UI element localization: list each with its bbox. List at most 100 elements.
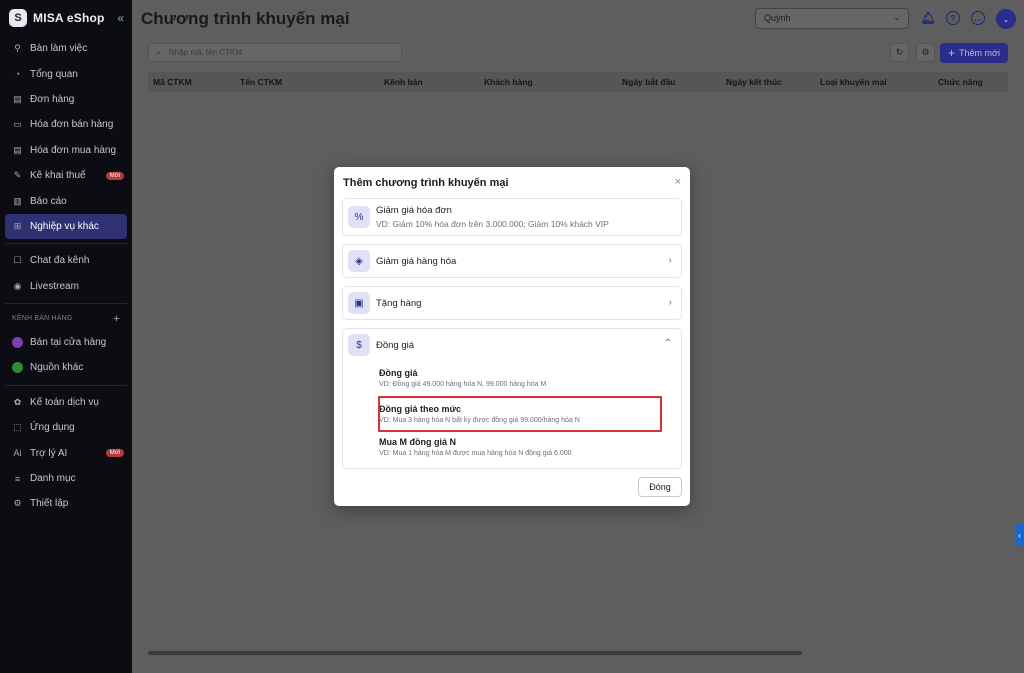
sidebar-item-label: Hóa đơn bán hàng [30,119,114,131]
column-header[interactable]: Ngày kết thúc [726,77,782,87]
operations-icon: ⊞ [13,220,22,231]
ai-icon: Ai [13,448,22,459]
sidebar-item-label: Chat đa kênh [30,255,90,267]
list-icon: ≡ [14,473,21,484]
highlight-box [378,396,662,432]
sidebar-item[interactable]: ▤ Đơn hàng [0,87,132,112]
sidebar-item-label: Tổng quan [30,68,78,80]
column-header[interactable]: Kênh bán [384,77,423,87]
suboption-title: Đồng giá [379,368,418,378]
add-new-button[interactable]: + Thêm mới [940,43,1008,63]
more-icon[interactable]: … [971,11,985,25]
sidebar-item-label: Đơn hàng [30,93,75,105]
sidebar-item-label: Kê khai thuế [30,170,86,182]
chevron-up-icon: ⌃ [663,338,672,349]
sidebar-item[interactable]: ✎ Kê khai thuế Mới [0,163,132,188]
sidebar-item[interactable]: Ai Trợ lý AI Mới [0,440,132,465]
new-badge: Mới [105,171,124,180]
sidebar-item[interactable]: ▤ Hóa đơn mua hàng [0,138,132,163]
settings-button[interactable]: ⚙ [916,43,935,62]
topbar: Chương trình khuyến mại Quỳnh ⌄ 🔔︎ ? … ⌄ [132,0,1024,40]
sidebar-item-label: Danh mục [30,473,76,485]
same-price-icon: $ [348,334,370,356]
gauge-icon: ◔ [14,69,21,80]
table-header: Mã CTKM Tên CTKM Kênh bán Khách hàng Ngà… [148,72,1008,92]
user-select-value: Quỳnh [764,13,791,23]
divider [5,384,127,386]
add-channel-icon[interactable]: + [113,313,120,325]
settings-icon: ⚙ [13,498,22,509]
bell-icon[interactable]: 🔔︎ [920,11,935,25]
divider [5,302,127,304]
brand-name: MISA eShop [33,11,105,25]
horizontal-scrollbar[interactable] [148,651,802,655]
column-header[interactable]: Loại khuyến mại [820,77,887,87]
column-header[interactable]: Tên CTKM [240,77,282,87]
gift-icon: ▣ [348,292,370,314]
suboption-buy-m-same-price-n[interactable]: Mua M đồng giá N VD: Mua 1 hàng hóa M đư… [379,437,572,457]
column-header[interactable]: Khách hàng [484,77,533,87]
side-panel-toggle[interactable]: ‹ [1015,524,1024,546]
sidebar-item[interactable]: ≡ Danh mục [0,466,132,491]
plus-icon: + [948,46,956,60]
option-title: Giảm giá hàng hóa [376,256,457,267]
sidebar-item[interactable]: ⚙ Thiết lập [0,491,132,516]
channel-item[interactable]: Bán tại cửa hàng [0,330,132,355]
sidebar-item[interactable]: ▥ Báo cáo [0,188,132,213]
sidebar-item[interactable]: ◉ Livestream [0,274,132,299]
refresh-icon: ↻ [895,47,904,57]
invoice-icon: ▭ [13,119,22,130]
sidebar-item[interactable]: ☐ Chat đa kênh [0,248,132,273]
channel-section-header: KÊNH BÁN HÀNG + [0,308,132,330]
option-title: Tặng hàng [376,298,422,309]
column-header[interactable]: Chức năng [938,77,983,87]
new-badge: Mới [105,449,124,458]
option-title: Đồng giá [376,340,415,351]
suboption-same-price[interactable]: Đồng giá VD: Đồng giá 49.000 hàng hóa N,… [379,368,546,388]
collapse-sidebar-icon[interactable]: « [117,11,124,25]
avatar-chevron-icon[interactable]: ⌄ [996,9,1016,29]
sidebar-item[interactable]: ⬚ Ứng dụng [0,415,132,440]
purchase-invoice-icon: ▤ [13,144,22,155]
option-desc: VD: Giảm 10% hóa đơn trên 3.000.000; Giả… [376,219,609,229]
close-button[interactable]: Đóng [638,477,682,497]
option-gift[interactable]: ▣ Tặng hàng › [342,286,682,320]
report-icon: ▥ [13,195,22,206]
sidebar-item-label: Nghiệp vụ khác [30,220,99,232]
close-icon[interactable]: × [675,176,681,188]
channel-item[interactable]: Nguồn khác [0,355,132,380]
option-invoice-discount[interactable]: % Giảm giá hóa đơn VD: Giảm 10% hóa đơn … [342,198,682,236]
dialog-title: Thêm chương trình khuyến mại [343,177,509,189]
chevron-down-icon: ⌄ [893,13,900,22]
add-promotion-dialog: Thêm chương trình khuyến mại × % Giảm gi… [334,167,690,506]
refresh-button[interactable]: ↻ [890,43,909,62]
sidebar-item[interactable]: ⊞ Nghiệp vụ khác [5,213,127,240]
channel-section-title: KÊNH BÁN HÀNG [12,315,73,323]
suboption-desc: VD: Mua 1 hàng hóa M được mua hàng hóa N… [379,450,572,457]
help-icon[interactable]: ? [946,11,960,25]
channel-label: Nguồn khác [30,362,84,374]
livestream-icon: ◉ [13,280,22,291]
sidebar-item-label: Bàn làm việc [30,43,88,55]
chevron-right-icon: › [668,255,672,266]
sidebar-item[interactable]: ▭ Hóa đơn bán hàng [0,112,132,137]
search-input[interactable]: ⌕ Nhập mã, tên CTKM [148,43,402,62]
misa-logo-icon: S [9,9,27,27]
sidebar-item-label: Hóa đơn mua hàng [30,144,117,156]
column-header[interactable]: Ngày bắt đầu [622,77,675,87]
sidebar-item[interactable]: ◔ Tổng quan [0,61,132,86]
sidebar-item-label: Báo cáo [30,195,67,207]
logo[interactable]: S MISA eShop « [0,0,132,36]
option-same-price[interactable]: $ Đồng giá ⌃ Đồng giá VD: Đồng giá 49.00… [342,328,682,469]
sidebar-item-label: Thiết lập [30,498,69,510]
suboption-desc: VD: Đồng giá 49.000 hàng hóa N, 99.000 h… [379,381,547,388]
user-select[interactable]: Quỳnh ⌄ [755,8,909,29]
apps-icon: ⬚ [13,422,22,433]
option-title: Giảm giá hóa đơn [376,205,452,216]
sidebar-item-label: Livestream [30,280,79,292]
sidebar-item[interactable]: ✿ Kế toán dịch vụ [0,390,132,415]
option-product-discount[interactable]: ◈ Giảm giá hàng hóa › [342,244,682,278]
tag-discount-icon: ◈ [348,250,370,272]
sidebar-item[interactable]: ⚲ Bàn làm việc [0,36,132,61]
column-header[interactable]: Mã CTKM [153,77,192,87]
